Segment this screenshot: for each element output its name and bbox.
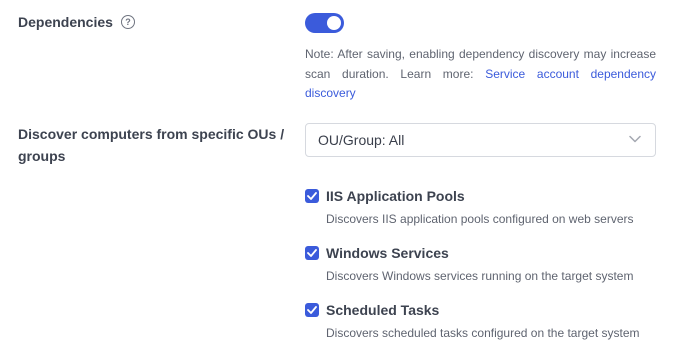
dependencies-toggle[interactable] bbox=[305, 13, 344, 33]
dependencies-label: Dependencies bbox=[18, 14, 113, 30]
iis-application-pools-checkbox[interactable] bbox=[305, 189, 319, 203]
ou-group-select[interactable]: OU/Group: All bbox=[305, 123, 656, 157]
option-scheduled-tasks: Scheduled Tasks Discovers scheduled task… bbox=[305, 300, 640, 341]
option-iis-application-pools: IIS Application Pools Discovers IIS appl… bbox=[305, 186, 634, 227]
chevron-down-icon bbox=[629, 135, 641, 143]
ou-label: Discover computers from specific OUs / g… bbox=[18, 126, 285, 164]
option-label: Scheduled Tasks bbox=[326, 302, 440, 318]
scheduled-tasks-checkbox[interactable] bbox=[305, 303, 319, 317]
dependencies-row: Dependencies ? bbox=[18, 11, 135, 33]
option-description: Discovers IIS application pools configur… bbox=[326, 212, 634, 226]
ou-group-select-value: OU/Group: All bbox=[318, 132, 405, 148]
help-icon[interactable]: ? bbox=[120, 15, 135, 29]
toggle-knob bbox=[327, 16, 341, 30]
settings-panel: Dependencies ? Note: After saving, enabl… bbox=[0, 0, 677, 360]
check-icon bbox=[307, 249, 317, 257]
option-description: Discovers scheduled tasks configured on … bbox=[326, 326, 640, 340]
option-label: Windows Services bbox=[326, 245, 449, 261]
option-label: IIS Application Pools bbox=[326, 188, 465, 204]
dependencies-note: Note: After saving, enabling dependency … bbox=[305, 45, 656, 104]
windows-services-checkbox[interactable] bbox=[305, 246, 319, 260]
check-icon bbox=[307, 306, 317, 314]
option-windows-services: Windows Services Discovers Windows servi… bbox=[305, 243, 633, 284]
option-description: Discovers Windows services running on th… bbox=[326, 269, 634, 283]
check-icon bbox=[307, 192, 317, 200]
